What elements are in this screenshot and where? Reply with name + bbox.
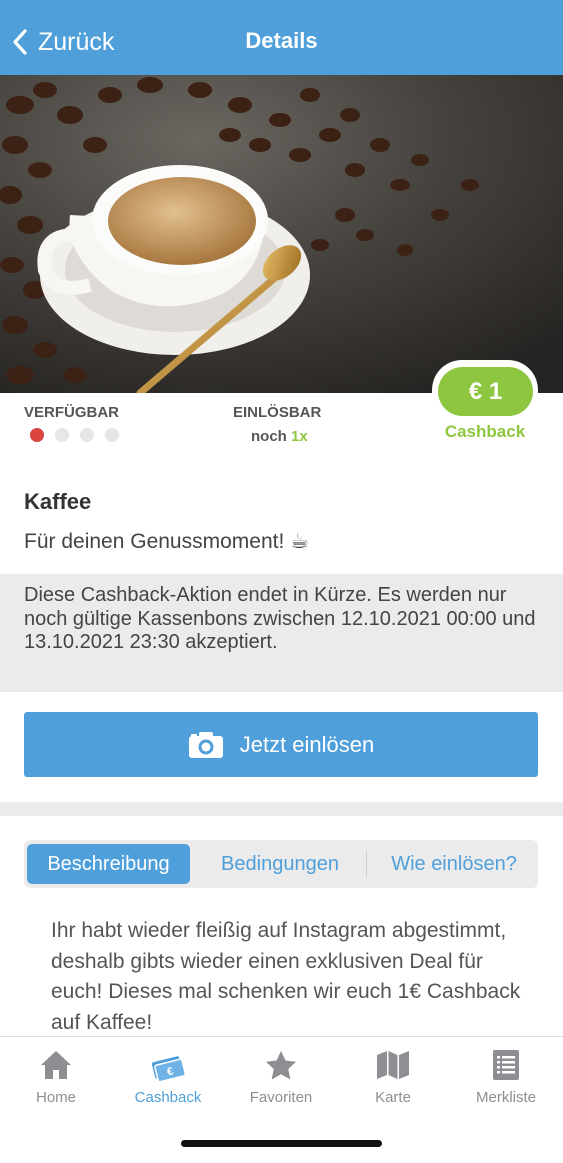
top-nav-bar: Zurück Details <box>0 0 563 75</box>
availability-dot <box>105 428 119 442</box>
map-icon <box>377 1051 409 1079</box>
redeem-button[interactable]: Jetzt einlösen <box>24 712 538 777</box>
tab-karte[interactable]: Karte <box>337 1049 449 1106</box>
tab-merkliste[interactable]: Merkliste <box>450 1049 562 1106</box>
redeemable-label: EINLÖSBAR <box>233 404 322 421</box>
tab-favoriten-label: Favoriten <box>249 1089 313 1106</box>
redeemable-prefix: noch <box>251 428 287 445</box>
tab-home-label: Home <box>35 1089 76 1106</box>
availability-dot <box>80 428 94 442</box>
deal-subtitle: Für deinen Genussmoment! ☕ <box>24 530 309 553</box>
deal-image <box>0 75 563 393</box>
tab-cashback[interactable]: € Cashback <box>112 1049 224 1106</box>
detail-tabs: Beschreibung Bedingungen Wie einlösen? <box>24 840 538 888</box>
availability-dots <box>30 428 119 442</box>
section-divider <box>0 802 563 816</box>
tab-favoriten[interactable]: Favoriten <box>225 1049 337 1106</box>
tab-karte-label: Karte <box>375 1089 411 1106</box>
redeemable-count: noch 1x <box>251 428 308 445</box>
tab-bedingungen[interactable]: Bedingungen <box>200 844 360 884</box>
availability-dot <box>55 428 69 442</box>
cashback-label: Cashback <box>444 422 526 441</box>
cashback-amount: € 1 <box>438 367 533 416</box>
deal-title: Kaffee <box>24 489 92 514</box>
tab-home[interactable]: Home <box>0 1049 112 1106</box>
page-title: Details <box>245 28 318 53</box>
availability-dot-active <box>30 428 44 442</box>
tab-wie-einloesen[interactable]: Wie einlösen? <box>374 844 534 884</box>
list-icon <box>493 1050 519 1080</box>
redeemable-count-value: 1x <box>291 428 308 445</box>
tab-merkliste-label: Merkliste <box>475 1089 536 1106</box>
tab-cashback-label: Cashback <box>134 1089 202 1106</box>
camera-icon <box>188 731 223 758</box>
expiry-notice-text: Diese Cashback-Aktion endet in Kürze. Es… <box>24 584 536 653</box>
redeem-button-label: Jetzt einlösen <box>239 731 375 757</box>
home-indicator[interactable] <box>181 1140 382 1147</box>
tab-divider <box>366 851 367 877</box>
deal-description: Ihr habt wieder fleißig auf Instagram ab… <box>51 919 521 1034</box>
availability-label: VERFÜGBAR <box>24 404 120 421</box>
expiry-notice: Diese Cashback-Aktion endet in Kürze. Es… <box>0 574 563 692</box>
cashback-icon: € <box>151 1056 186 1081</box>
tab-beschreibung[interactable]: Beschreibung <box>27 844 190 884</box>
star-icon <box>266 1051 296 1080</box>
home-icon <box>41 1051 71 1079</box>
